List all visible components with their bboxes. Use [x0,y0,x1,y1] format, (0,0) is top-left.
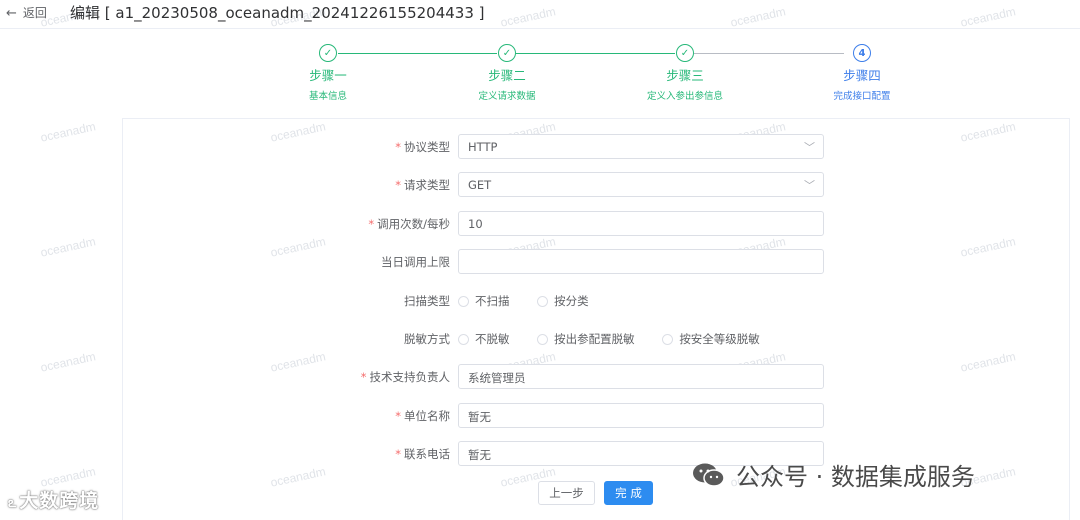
step-title: 步骤一 [309,68,347,83]
rate-label: * 调用次数/每秒 [368,217,450,231]
request-row: * 请求类型 GET ﹀ [0,172,1080,198]
chevron-down-icon: ﹀ [804,179,815,192]
radio-circle-icon [662,333,674,345]
unit-label: * 单位名称 [395,409,450,423]
steps-bar: ✓ 步骤一 基本信息 ✓ 步骤二 定义请求数据 ✓ 步骤三 定义入参出参信息 4… [0,40,1080,110]
check-icon: ✓ [319,44,337,62]
request-select[interactable]: GET ﹀ [458,172,824,197]
scan-label: 扫描类型 [404,294,450,308]
scan-radio-group: 不扫描 按分类 [458,293,613,310]
owner-input[interactable]: 系统管理员 [458,364,824,389]
daily-limit-input[interactable] [458,249,824,274]
check-icon: ✓ [676,44,694,62]
step-title: 步骤二 [488,68,526,83]
mask-option-none[interactable]: 不脱敏 [458,331,510,347]
protocol-value: HTTP [468,140,498,154]
back-button[interactable]: ← 返回 [6,4,47,21]
unit-row: * 单位名称 暂无 [0,403,1080,429]
step-2: ✓ 步骤二 定义请求数据 [447,40,567,102]
finish-button[interactable]: 完 成 [604,481,653,505]
request-value: GET [468,178,492,192]
mask-radio-group: 不脱敏 按出参配置脱敏 按安全等级脱敏 [458,331,784,348]
step-desc: 基本信息 [308,91,347,102]
mask-label: 脱敏方式 [404,332,450,346]
daily-limit-row: 当日调用上限 [0,249,1080,275]
daily-limit-label: 当日调用上限 [381,255,450,269]
phone-label: * 联系电话 [395,447,450,461]
owner-label: * 技术支持负责人 [360,370,450,384]
unit-input[interactable]: 暂无 [458,403,824,428]
mask-option-level[interactable]: 按安全等级脱敏 [662,331,760,347]
top-bar: ← 返回 编辑 [ a1_20230508_oceanadm_2024122615… [0,0,1080,26]
rate-row: * 调用次数/每秒 10 [0,211,1080,237]
radio-circle-icon [458,333,469,345]
protocol-label: * 协议类型 [395,140,450,154]
check-icon: ✓ [498,44,516,62]
step-desc: 定义入参出参信息 [646,91,723,102]
step-title: 步骤三 [666,68,704,83]
chevron-down-icon: ﹀ [804,141,815,154]
back-label: 返回 [22,6,47,20]
step-3: ✓ 步骤三 定义入参出参信息 [625,40,745,102]
scan-row: 扫描类型 不扫描 按分类 [0,288,1080,314]
owner-row: * 技术支持负责人 系统管理员 [0,364,1080,390]
protocol-select[interactable]: HTTP ﹀ [458,134,824,159]
mask-option-param[interactable]: 按出参配置脱敏 [537,331,635,347]
wechat-icon [693,463,725,487]
arrow-left-icon: ← [6,6,17,21]
step-4: 4 步骤四 完成接口配置 [802,40,922,102]
radio-circle-icon [537,333,549,345]
radio-circle-icon [537,295,549,307]
mask-row: 脱敏方式 不脱敏 按出参配置脱敏 按安全等级脱敏 [0,326,1080,352]
step-1: ✓ 步骤一 基本信息 [268,40,388,102]
radio-circle-icon [458,295,469,307]
scan-option-none[interactable]: 不扫描 [458,293,510,309]
scan-option-category[interactable]: 按分类 [537,293,589,309]
page-title: 编辑 [ a1_20230508_oceanadm_20241226155204… [70,4,485,22]
step-number: 4 [853,44,871,62]
divider [0,28,1080,29]
brand-watermark-left: ఽ 大数跨境 [8,490,100,512]
paw-icon: ఽ [8,495,18,511]
brand-watermark-right: 公众号 · 数据集成服务 [692,457,975,492]
step-desc: 完成接口配置 [833,91,891,102]
request-label: * 请求类型 [395,178,450,192]
step-title: 步骤四 [843,68,881,83]
step-desc: 定义请求数据 [478,91,536,102]
rate-input[interactable]: 10 [458,211,824,236]
protocol-row: * 协议类型 HTTP ﹀ [0,134,1080,160]
prev-step-button[interactable]: 上一步 [538,481,595,505]
